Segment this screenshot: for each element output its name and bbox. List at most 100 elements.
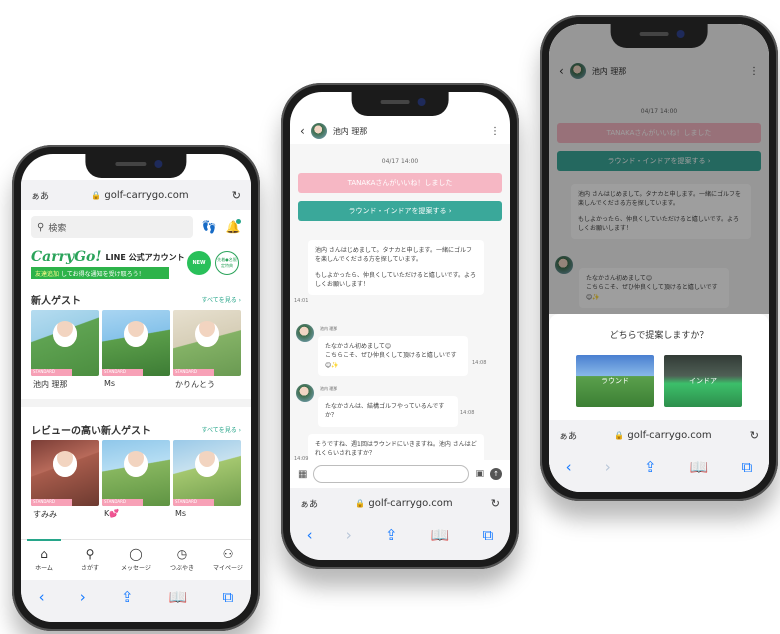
carrygo-logo: CarryGo! bbox=[31, 249, 102, 265]
tab-label: メッセージ bbox=[121, 565, 151, 572]
bookmarks-icon[interactable]: 📖 bbox=[690, 458, 709, 476]
tabs-icon[interactable]: ⧉ bbox=[483, 526, 494, 544]
text-size-button[interactable]: ぁあ bbox=[300, 497, 324, 510]
message-bubble: たなかさんは、結構ゴルフやっているんですか？ bbox=[318, 396, 458, 427]
share-icon[interactable]: ⇪ bbox=[385, 526, 398, 544]
reload-icon[interactable]: ↻ bbox=[225, 189, 241, 202]
tab-messages[interactable]: ◯ メッセージ bbox=[113, 540, 159, 579]
message-composer: ▦ ▣ ↑ bbox=[290, 460, 510, 488]
back-icon[interactable]: ‹ bbox=[39, 588, 45, 606]
more-icon[interactable]: ⋮ bbox=[490, 126, 500, 137]
notch bbox=[610, 24, 708, 48]
address-bar[interactable]: ぁあ 🔒 golf-carrygo.com ↻ bbox=[290, 488, 510, 518]
forward-icon[interactable]: › bbox=[605, 458, 611, 476]
avatar[interactable] bbox=[296, 384, 314, 402]
chat-thread[interactable]: 04/17 14:00 TANAKAさんがいいね！しました ラウンド・インドアを… bbox=[290, 144, 510, 465]
guest-card[interactable]: STANDARD すみみ bbox=[31, 440, 99, 520]
partner-name: 池内 理那 bbox=[332, 126, 368, 136]
section-review-guests: レビューの高い新人ゲスト すべてを見る › bbox=[31, 422, 241, 437]
back-icon[interactable]: ‹ bbox=[566, 458, 572, 476]
tabs-icon[interactable]: ⧉ bbox=[223, 588, 234, 606]
guest-card[interactable]: STANDARD K💕 bbox=[102, 440, 170, 520]
guest-card[interactable]: STANDARD Ms bbox=[102, 310, 170, 390]
propose-button[interactable]: ラウンド・インドアを提案する › bbox=[298, 201, 502, 221]
search-input[interactable]: ⚲ 検索 bbox=[31, 216, 193, 238]
see-all-link[interactable]: すべてを見る › bbox=[201, 295, 241, 304]
message-text: たなかさん初めまして😊 bbox=[325, 343, 392, 350]
tab-home[interactable]: ⌂ ホーム bbox=[21, 539, 67, 579]
reload-icon[interactable]: ↻ bbox=[484, 497, 500, 510]
footprint-icon[interactable]: 👣 bbox=[201, 219, 217, 235]
tab-label: ホーム bbox=[35, 565, 53, 572]
proposal-sheet: どちらで提案しますか？ ラウンド インドア bbox=[549, 314, 769, 434]
guest-photo: STANDARD bbox=[31, 440, 99, 506]
banner-strip: 友達追加 してお得な通知を受け取ろう！ bbox=[31, 267, 169, 279]
forward-icon[interactable]: › bbox=[80, 588, 86, 606]
message-text: もしよかったら、仲良くしていただけると嬉しいです。よろしくお願いします！ bbox=[315, 271, 477, 288]
see-all-link[interactable]: すべてを見る › bbox=[201, 425, 241, 434]
tab-tweets[interactable]: ◷ つぶやき bbox=[159, 540, 205, 579]
text-size-button[interactable]: ぁあ bbox=[31, 189, 55, 202]
guest-photo: STANDARD bbox=[31, 310, 99, 376]
phone-home: ぁあ 🔒 golf-carrygo.com ↻ ⚲ 検索 👣 🔔 CarryGo!… bbox=[12, 145, 260, 631]
send-icon[interactable]: ↑ bbox=[490, 468, 502, 480]
bookmarks-icon[interactable]: 📖 bbox=[431, 526, 450, 544]
search-icon: ⚲ bbox=[37, 221, 45, 233]
chat-header: ‹ 池内 理那 ⋮ bbox=[290, 120, 510, 142]
guest-card[interactable]: STANDARD かりんとう bbox=[173, 310, 241, 390]
avatar[interactable] bbox=[310, 123, 327, 139]
guest-card[interactable]: STANDARD 池内 理那 bbox=[31, 310, 99, 390]
guest-rank-tag: STANDARD bbox=[102, 499, 143, 506]
section-title: レビューの高い新人ゲスト bbox=[31, 425, 151, 437]
bell-icon[interactable]: 🔔 bbox=[225, 219, 241, 235]
tab-mypage[interactable]: ⚇ マイページ bbox=[205, 540, 251, 579]
like-notice: TANAKAさんがいいね！しました bbox=[298, 173, 502, 193]
message-icon: ◯ bbox=[129, 547, 143, 561]
message-time: 14:01 bbox=[294, 298, 309, 304]
message-text: そうですね、週1回はラウンドにいきますね。池内 さんはどれくらいされますか？ bbox=[315, 441, 477, 458]
calendar-icon[interactable]: ▦ bbox=[298, 469, 307, 480]
address-bar[interactable]: ぁあ 🔒 golf-carrygo.com ↻ bbox=[549, 420, 769, 450]
guest-photo: STANDARD bbox=[173, 440, 241, 506]
text-size-button[interactable]: ぁあ bbox=[559, 429, 583, 442]
message-text: こちらこそ、ぜひ仲良くして頂けると嬉しいです😊✨ bbox=[325, 352, 457, 369]
option-indoor[interactable]: インドア bbox=[664, 355, 742, 407]
message-input[interactable] bbox=[313, 465, 470, 483]
exclusive-badge: 先着●名限定特典 bbox=[215, 251, 239, 275]
tab-label: つぶやき bbox=[169, 565, 194, 572]
notch bbox=[351, 92, 449, 116]
image-icon[interactable]: ▣ bbox=[475, 469, 484, 479]
forward-icon[interactable]: › bbox=[346, 526, 352, 544]
reload-icon[interactable]: ↻ bbox=[743, 429, 759, 442]
guest-name: Ms bbox=[104, 379, 116, 388]
guest-card[interactable]: STANDARD Ms bbox=[173, 440, 241, 520]
guest-name: すみみ bbox=[33, 510, 57, 519]
banner-strip-highlight: 友達追加 bbox=[35, 270, 60, 278]
guest-rank-tag: STANDARD bbox=[31, 499, 72, 506]
new-badge: NEW bbox=[187, 251, 211, 275]
message-time: 14:08 bbox=[472, 360, 487, 366]
sender-name: 池内 理那 bbox=[320, 386, 338, 391]
avatar[interactable] bbox=[296, 324, 314, 342]
person-icon: ⚇ bbox=[222, 547, 234, 561]
lock-icon: 🔒 bbox=[614, 430, 625, 440]
safari-toolbar: ‹ › ⇪ 📖 ⧉ bbox=[21, 580, 251, 622]
option-round[interactable]: ラウンド bbox=[576, 355, 654, 407]
lock-icon: 🔒 bbox=[355, 498, 366, 508]
option-label: インドア bbox=[689, 377, 717, 385]
guest-name: K💕 bbox=[104, 509, 120, 518]
tabs-icon[interactable]: ⧉ bbox=[742, 458, 753, 476]
guest-photo: STANDARD bbox=[102, 310, 170, 376]
share-icon[interactable]: ⇪ bbox=[121, 588, 134, 606]
line-banner[interactable]: CarryGo! LINE 公式アカウント 友達追加 してお得な通知を受け取ろう… bbox=[31, 247, 241, 283]
tab-search[interactable]: ⚲ さがす bbox=[67, 540, 113, 579]
sender-name: 池内 理那 bbox=[320, 326, 338, 331]
share-icon[interactable]: ⇪ bbox=[644, 458, 657, 476]
back-icon[interactable]: ‹ bbox=[307, 526, 313, 544]
address-bar[interactable]: ぁあ 🔒 golf-carrygo.com ↻ bbox=[21, 180, 251, 210]
back-arrow-icon[interactable]: ‹ bbox=[300, 124, 305, 138]
tab-label: マイページ bbox=[213, 565, 243, 572]
modal-backdrop[interactable] bbox=[549, 24, 769, 314]
guest-name: 池内 理那 bbox=[33, 380, 68, 389]
bookmarks-icon[interactable]: 📖 bbox=[169, 588, 188, 606]
